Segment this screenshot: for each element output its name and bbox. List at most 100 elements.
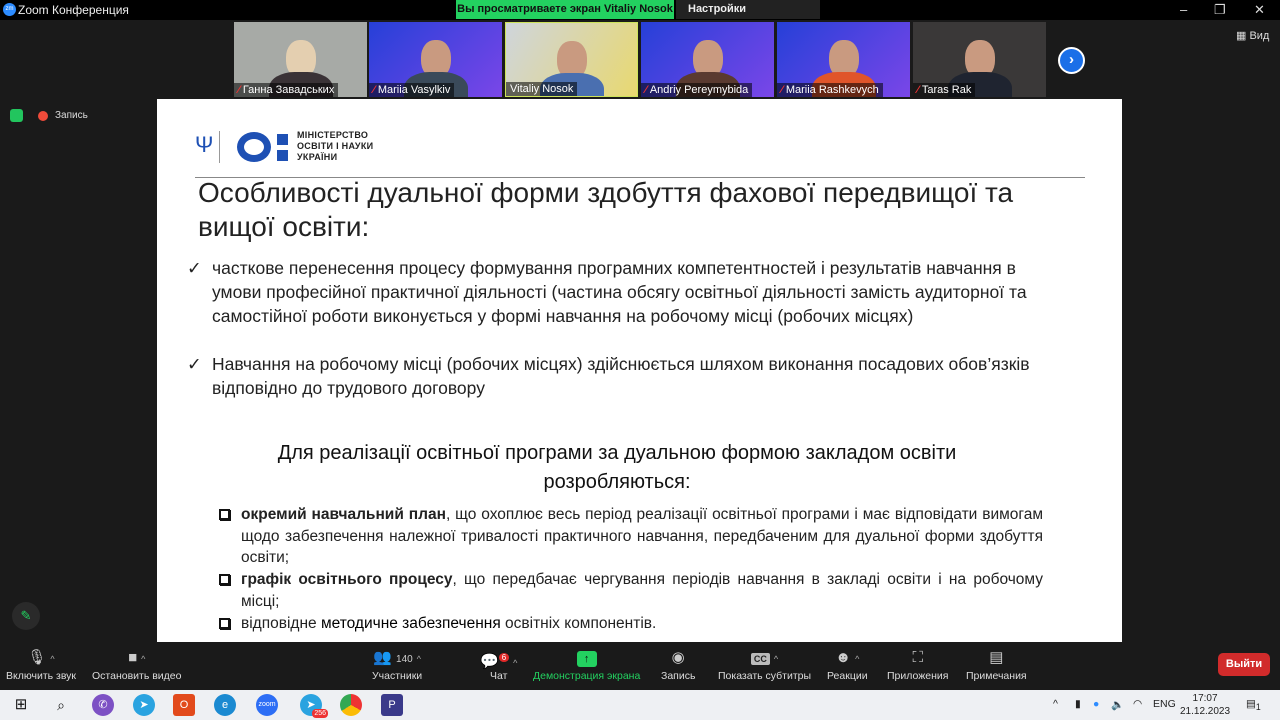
record-icon: ◉	[671, 649, 685, 666]
item-text: відповідне	[241, 615, 321, 632]
list-item: відповідне методичне забезпечення освітн…	[217, 613, 1043, 635]
share-screen-button[interactable]: ↑ Демонстрация экрана	[533, 646, 640, 682]
app-p-icon[interactable]: P	[381, 694, 403, 716]
shield-icon[interactable]	[10, 109, 23, 122]
unmute-button[interactable]: 🎙 ^ Включить звук	[6, 646, 76, 682]
check-icon: ✓	[187, 354, 202, 374]
muted-mic-icon: ⁄	[645, 84, 647, 96]
camera-icon: ■ ^	[128, 649, 146, 666]
ministry-name: МІНІСТЕРСТВО ОСВІТИ І НАУКИ УКРАЇНИ	[297, 130, 373, 163]
label: Включить звук	[6, 670, 77, 682]
chevron-right-icon: ›	[1069, 51, 1074, 68]
chrome-icon[interactable]	[340, 694, 362, 716]
volume-icon[interactable]: 🔈	[1111, 698, 1124, 711]
title-bar: zm Zoom Конференция Вы просматриваете эк…	[0, 0, 1280, 34]
participants-count: 140	[396, 654, 413, 665]
ministry-line: ОСВІТИ І НАУКИ	[297, 141, 374, 151]
search-icon[interactable]: ⌕	[50, 694, 72, 716]
list-item: графік освітнього процесу, що передбачає…	[217, 569, 1043, 612]
divider	[219, 131, 220, 163]
participant-name: Vitaliy Nosok	[510, 83, 574, 95]
clock[interactable]: 17:07 21.12.2023	[1180, 692, 1230, 718]
item-bold: методичне забезпечення	[320, 615, 501, 632]
video-tile[interactable]: ⁄ Ганна Завадських	[234, 22, 367, 97]
windows-start-icon[interactable]: ⊞	[10, 694, 32, 716]
record-button[interactable]: ◉ Запись	[661, 646, 695, 682]
share-screen-icon: ↑	[533, 646, 640, 670]
label: Демонстрация экрана	[533, 670, 641, 682]
sharing-banner: Вы просматриваете экран Vitaliy Nosok	[456, 0, 674, 19]
apps-button[interactable]: ⛶ Приложения	[887, 646, 948, 682]
bullet-text: часткове перенесення процесу формування …	[212, 258, 1027, 326]
ministry-logo-icon	[237, 132, 271, 162]
next-page-button[interactable]: ›	[1058, 47, 1085, 74]
restore-button[interactable]: ❐	[1214, 2, 1226, 18]
cc-icon: CC ^	[718, 646, 811, 670]
label: Запись	[661, 670, 696, 682]
video-tile[interactable]: ⁄ Mariia Rashkevych	[777, 22, 910, 97]
video-tile[interactable]: ⁄ Andriy Pereymybida	[641, 22, 774, 97]
muted-mic-icon: ⁄	[781, 84, 783, 96]
label: Показать субтитры	[718, 670, 812, 682]
tray-overflow-icon[interactable]: ^	[1053, 698, 1058, 710]
video-tile[interactable]: ⁄ Mariia Vasylkiv	[369, 22, 502, 97]
video-tile[interactable]: ⁄ Taras Rak	[913, 22, 1046, 97]
captions-button[interactable]: CC ^ Показать субтитры	[718, 646, 811, 682]
item-bold: графік освітнього процесу	[241, 571, 453, 588]
meeting-toolbar: 🎙 ^ Включить звук ■ ^ Остановить видео 👥 140…	[0, 642, 1280, 690]
viber-icon[interactable]: ✆	[92, 694, 114, 716]
label: Примечания	[966, 670, 1027, 682]
reactions-button[interactable]: ☻ ^ Реакции	[827, 646, 868, 682]
wifi-icon[interactable]: ◠	[1133, 698, 1142, 710]
participant-name: Mariia Rashkevych	[785, 84, 879, 96]
muted-mic-icon: ⁄	[917, 84, 919, 96]
recording-indicator: Запись	[55, 110, 88, 121]
leave-button[interactable]: Выйти	[1218, 653, 1270, 676]
label: Участники	[372, 670, 423, 682]
notes-icon: ▤	[989, 649, 1004, 666]
item-bold: окремий навчальний план	[241, 506, 446, 523]
telegram-icon[interactable]: ➤	[133, 694, 155, 716]
office-icon[interactable]: O	[173, 694, 195, 716]
annotate-pencil-icon[interactable]: ✎	[12, 602, 40, 630]
smiley-icon: ☻ ^	[835, 649, 860, 666]
zoom-tray-icon[interactable]: ●	[1093, 698, 1099, 710]
participant-name: Ганна Завадських	[242, 84, 335, 96]
window-title: Zoom Конференция	[18, 3, 129, 17]
label: Чат	[489, 670, 508, 682]
view-button[interactable]: ▦ Вид	[1236, 29, 1269, 42]
minimize-button[interactable]: –	[1180, 2, 1187, 17]
notes-button[interactable]: ▤ Примечания	[966, 646, 1027, 682]
shared-screen: Ψ МІНІСТЕРСТВО ОСВІТИ І НАУКИ УКРАЇНИ Ос…	[157, 99, 1122, 642]
chat-badge: 6	[498, 653, 510, 662]
chat-icon: 💬 6^	[480, 653, 518, 670]
zoom-logo-icon: zm	[3, 3, 16, 16]
zoom-app-icon[interactable]: zoom	[256, 694, 278, 716]
slide-title: Особливості дуальної форми здобуття фахо…	[198, 177, 1014, 242]
participants-button[interactable]: 👥 140 ^ Участники	[372, 646, 422, 682]
apps-icon: ⛶	[912, 649, 923, 666]
label: Приложения	[887, 670, 949, 682]
telegram-badge: 256	[312, 709, 328, 718]
video-tile-active-speaker[interactable]: Vitaliy Nosok	[505, 22, 638, 97]
notifications-icon[interactable]: ▤1	[1246, 698, 1261, 712]
edge-icon[interactable]: e	[214, 694, 236, 716]
view-settings-button[interactable]: Настройки просмотра⌄	[676, 0, 820, 34]
mic-tray-icon: ▮	[1075, 698, 1081, 710]
view-label: Вид	[1249, 30, 1270, 42]
stop-video-button[interactable]: ■ ^ Остановить видео	[92, 646, 181, 682]
language-indicator[interactable]: ENG	[1153, 698, 1176, 710]
checkbox-icon	[219, 509, 230, 520]
telegram-icon[interactable]: ➤ 256	[300, 694, 328, 718]
section-heading: Для реалізації освітньої програми за дуа…	[277, 442, 957, 493]
date: 21.12.2023	[1180, 706, 1231, 717]
close-button[interactable]: ✕	[1254, 2, 1265, 18]
bullet: ✓ часткове перенесення процесу формування…	[187, 256, 1067, 328]
muted-mic-icon: 🎙 ^	[27, 649, 55, 666]
trident-icon: Ψ	[195, 132, 214, 157]
chat-button[interactable]: 💬 6^ Чат	[480, 646, 517, 682]
participant-name: Andriy Pereymybida	[649, 84, 749, 96]
checkbox-icon	[219, 574, 230, 585]
ministry-line: УКРАЇНИ	[297, 152, 338, 162]
bullet: ✓ Навчання на робочому місці (робочих міс…	[187, 352, 1067, 400]
